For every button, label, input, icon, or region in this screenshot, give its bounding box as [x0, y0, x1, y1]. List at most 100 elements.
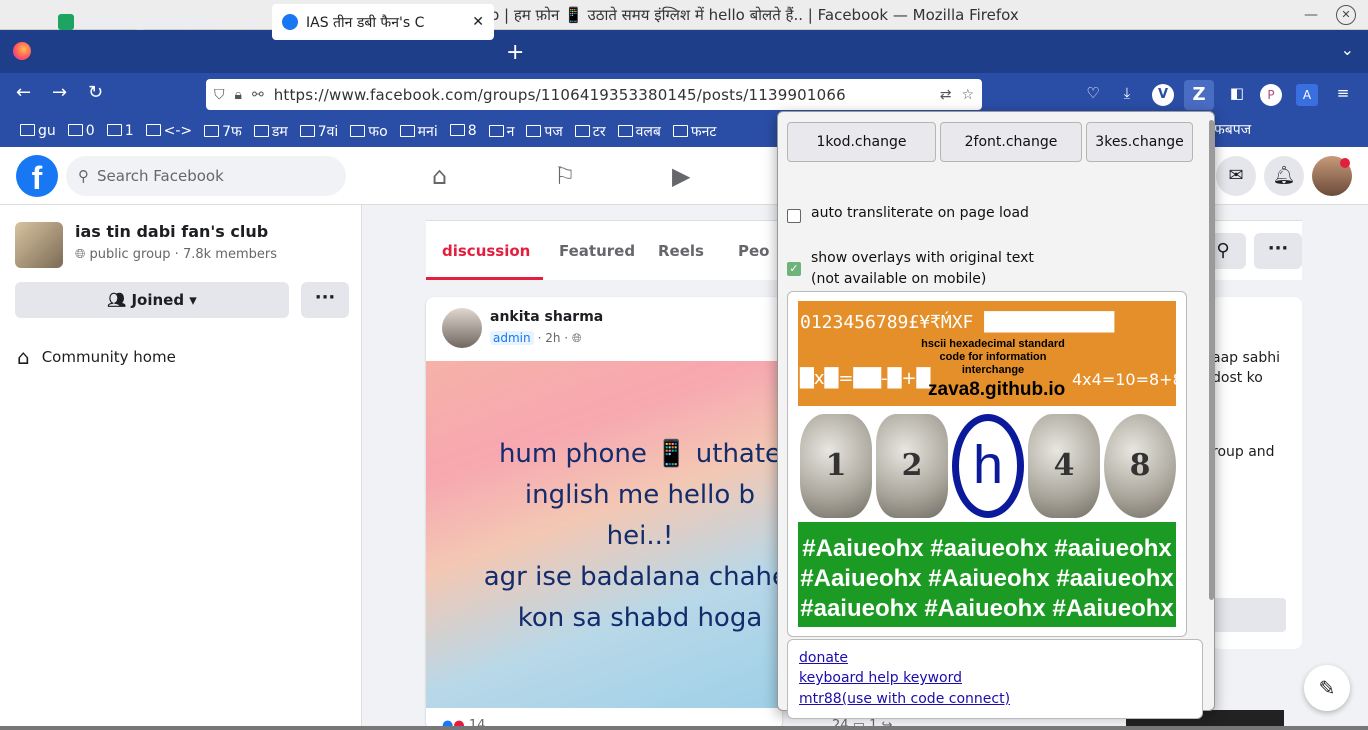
download-icon[interactable]: ⤓	[1116, 84, 1138, 106]
keyboard-help-link[interactable]: keyboard help keyword	[799, 670, 962, 686]
font-change-button[interactable]: 2font.change	[940, 122, 1082, 162]
hscii-banner-url: zava8.github.io	[928, 379, 1066, 400]
bookmark-folder[interactable]: फनट	[673, 122, 717, 141]
permissions-icon[interactable]: ⚯	[252, 87, 264, 103]
close-tab-icon[interactable]: ✕	[472, 14, 484, 30]
donate-link[interactable]: donate	[799, 650, 848, 666]
pages-flag-icon[interactable]: ⚐	[554, 162, 576, 190]
hscii-banner-caption: hscii hexadecimal standard code for info…	[921, 338, 1065, 376]
bookmark-folder[interactable]: वलब	[618, 122, 661, 141]
pinterest-extension-icon[interactable]: P	[1260, 84, 1282, 106]
coin-4-anna: 4	[1028, 414, 1100, 518]
aiueohx-banner[interactable]: #Aaiueohx #aaiueohx #aaiueohx #Aaiueohx …	[798, 522, 1176, 627]
video-icon[interactable]: ▶	[672, 162, 690, 190]
bookmark-folder[interactable]: <->	[146, 123, 193, 139]
tab-featured[interactable]: Featured	[559, 242, 635, 260]
search-icon: ⚲	[78, 167, 89, 185]
post-time[interactable]: · 2h ·	[538, 331, 569, 345]
popup-scrollbar[interactable]	[1209, 120, 1214, 600]
active-tab-indicator	[426, 277, 543, 280]
lock-icon[interactable]: 🔒︎	[235, 87, 242, 103]
url-text[interactable]: https://www.facebook.com/groups/11064193…	[274, 86, 930, 104]
admin-badge: admin	[490, 331, 534, 345]
bookmark-folder[interactable]: 1	[107, 123, 134, 139]
about-text: aap sabhi	[1212, 350, 1281, 366]
new-tab-icon[interactable]: +	[506, 40, 524, 65]
joined-label: Joined	[131, 291, 185, 309]
globe-icon: 🌐︎	[75, 247, 90, 262]
tab-discussion[interactable]: discussion	[442, 242, 530, 260]
minimize-icon[interactable]: —	[1304, 7, 1318, 23]
bookmark-folder[interactable]: gu	[20, 123, 56, 139]
shield-icon[interactable]: ⛉	[214, 87, 225, 103]
close-window-icon[interactable]: ✕	[1336, 5, 1356, 25]
bookmark-folder[interactable]: 7वi	[300, 122, 339, 141]
bookmark-folder[interactable]: टर	[575, 122, 606, 141]
coin-1-anna: 1	[800, 414, 872, 518]
back-icon[interactable]: ←	[16, 82, 31, 103]
bookmark-item[interactable]: फबपज	[1214, 120, 1251, 139]
notifications-bell-icon[interactable]: 🔔︎	[1264, 156, 1304, 196]
url-bar[interactable]: ⛉ 🔒︎ ⚯ https://www.facebook.com/groups/1…	[206, 79, 982, 110]
forward-icon[interactable]: →	[52, 82, 67, 103]
browser-tab-2-active[interactable]: IAS तीन डबी फैन's C ✕	[272, 4, 494, 40]
community-home-link[interactable]: ⌂ Community home	[17, 345, 176, 369]
hscii-banner-formula: █x█=██-█+█	[800, 368, 931, 389]
translate-icon[interactable]: ⇄	[940, 87, 952, 103]
bookmark-folder[interactable]: मनi	[400, 122, 438, 141]
reload-icon[interactable]: ↻	[88, 82, 103, 103]
case-change-button[interactable]: 3kes.change	[1086, 122, 1193, 162]
translate-extension-icon[interactable]: A	[1296, 84, 1318, 106]
firefox-icon[interactable]	[13, 42, 31, 60]
aiueohx-line: #Aaiueohx #aaiueohx #aaiueohx	[802, 535, 1172, 562]
group-name[interactable]: ias tin dabi fan's club	[75, 222, 268, 241]
group-tabs-more-button[interactable]: ···	[1254, 233, 1302, 269]
pocket-icon[interactable]: ♡	[1082, 84, 1104, 106]
bookmark-folder[interactable]: 8	[450, 123, 477, 139]
sheets-favicon-icon	[58, 14, 74, 30]
search-placeholder: Search Facebook	[97, 167, 224, 185]
coin-2-anna: 2	[876, 414, 948, 518]
extension-icon[interactable]: ◧	[1226, 84, 1248, 106]
bookmark-folder[interactable]: 0	[68, 123, 95, 139]
show-overlays-text: show overlays with original text	[811, 250, 1034, 266]
home-icon[interactable]: ⌂	[432, 162, 447, 190]
community-home-label: Community home	[41, 348, 176, 366]
bookmark-folder[interactable]: पज	[526, 122, 562, 141]
tab-people[interactable]: Peo	[738, 242, 769, 260]
new-message-icon[interactable]: ✎	[1304, 665, 1350, 711]
post-author-avatar[interactable]	[442, 308, 482, 348]
menu-icon[interactable]: ≡	[1332, 84, 1354, 106]
facebook-logo-icon[interactable]: f	[16, 155, 58, 197]
tab-title: IAS तीन डबी फैन's C	[306, 14, 425, 31]
messenger-icon[interactable]: ✉	[1216, 156, 1256, 196]
close-tab-icon[interactable]: ✕	[248, 14, 260, 30]
window-bottom-border	[0, 726, 1368, 730]
aiueohx-line: #Aaiueohx #Aaiueohx #aaiueohx	[800, 565, 1174, 592]
zava-extension-icon[interactable]: Z	[1184, 80, 1214, 110]
browser-tab-1[interactable]: santosh_properties - ✕	[48, 4, 270, 40]
vimeo-extension-icon[interactable]: V	[1152, 84, 1174, 106]
auto-transliterate-label: auto transliterate on page load	[811, 205, 1029, 221]
auto-transliterate-checkbox[interactable]	[787, 209, 801, 223]
group-meta: 🌐︎ public group · 7.8k members	[75, 247, 277, 262]
tab-reels[interactable]: Reels	[658, 242, 704, 260]
facebook-search-input[interactable]: ⚲ Search Facebook	[66, 156, 346, 196]
bookmark-star-icon[interactable]: ☆	[961, 87, 974, 103]
show-overlays-checkbox[interactable]: ✓	[787, 262, 801, 276]
bookmark-folder[interactable]: न	[489, 122, 515, 141]
facebook-favicon-icon	[282, 14, 298, 30]
group-avatar[interactable]	[15, 222, 63, 268]
group-more-button[interactable]: ···	[301, 282, 349, 318]
bookmark-folder[interactable]: फo	[350, 122, 387, 141]
code-change-button[interactable]: 1kod.change	[787, 122, 936, 162]
about-button[interactable]	[1212, 598, 1286, 632]
mtr88-link[interactable]: mtr88(use with code connect)	[799, 691, 1010, 707]
joined-button[interactable]: 👥︎ Joined ▾	[15, 282, 289, 318]
chevron-down-icon[interactable]: ⌄	[1341, 40, 1354, 59]
about-text: dost ko	[1212, 370, 1263, 386]
hscii-banner-digits: 0123456789£¥₹ḾXF ████████████	[800, 312, 1115, 333]
post-author-name[interactable]: ankita sharma	[490, 309, 603, 325]
bookmark-folder[interactable]: डम	[254, 122, 288, 141]
bookmark-folder[interactable]: 7फ	[204, 122, 242, 141]
